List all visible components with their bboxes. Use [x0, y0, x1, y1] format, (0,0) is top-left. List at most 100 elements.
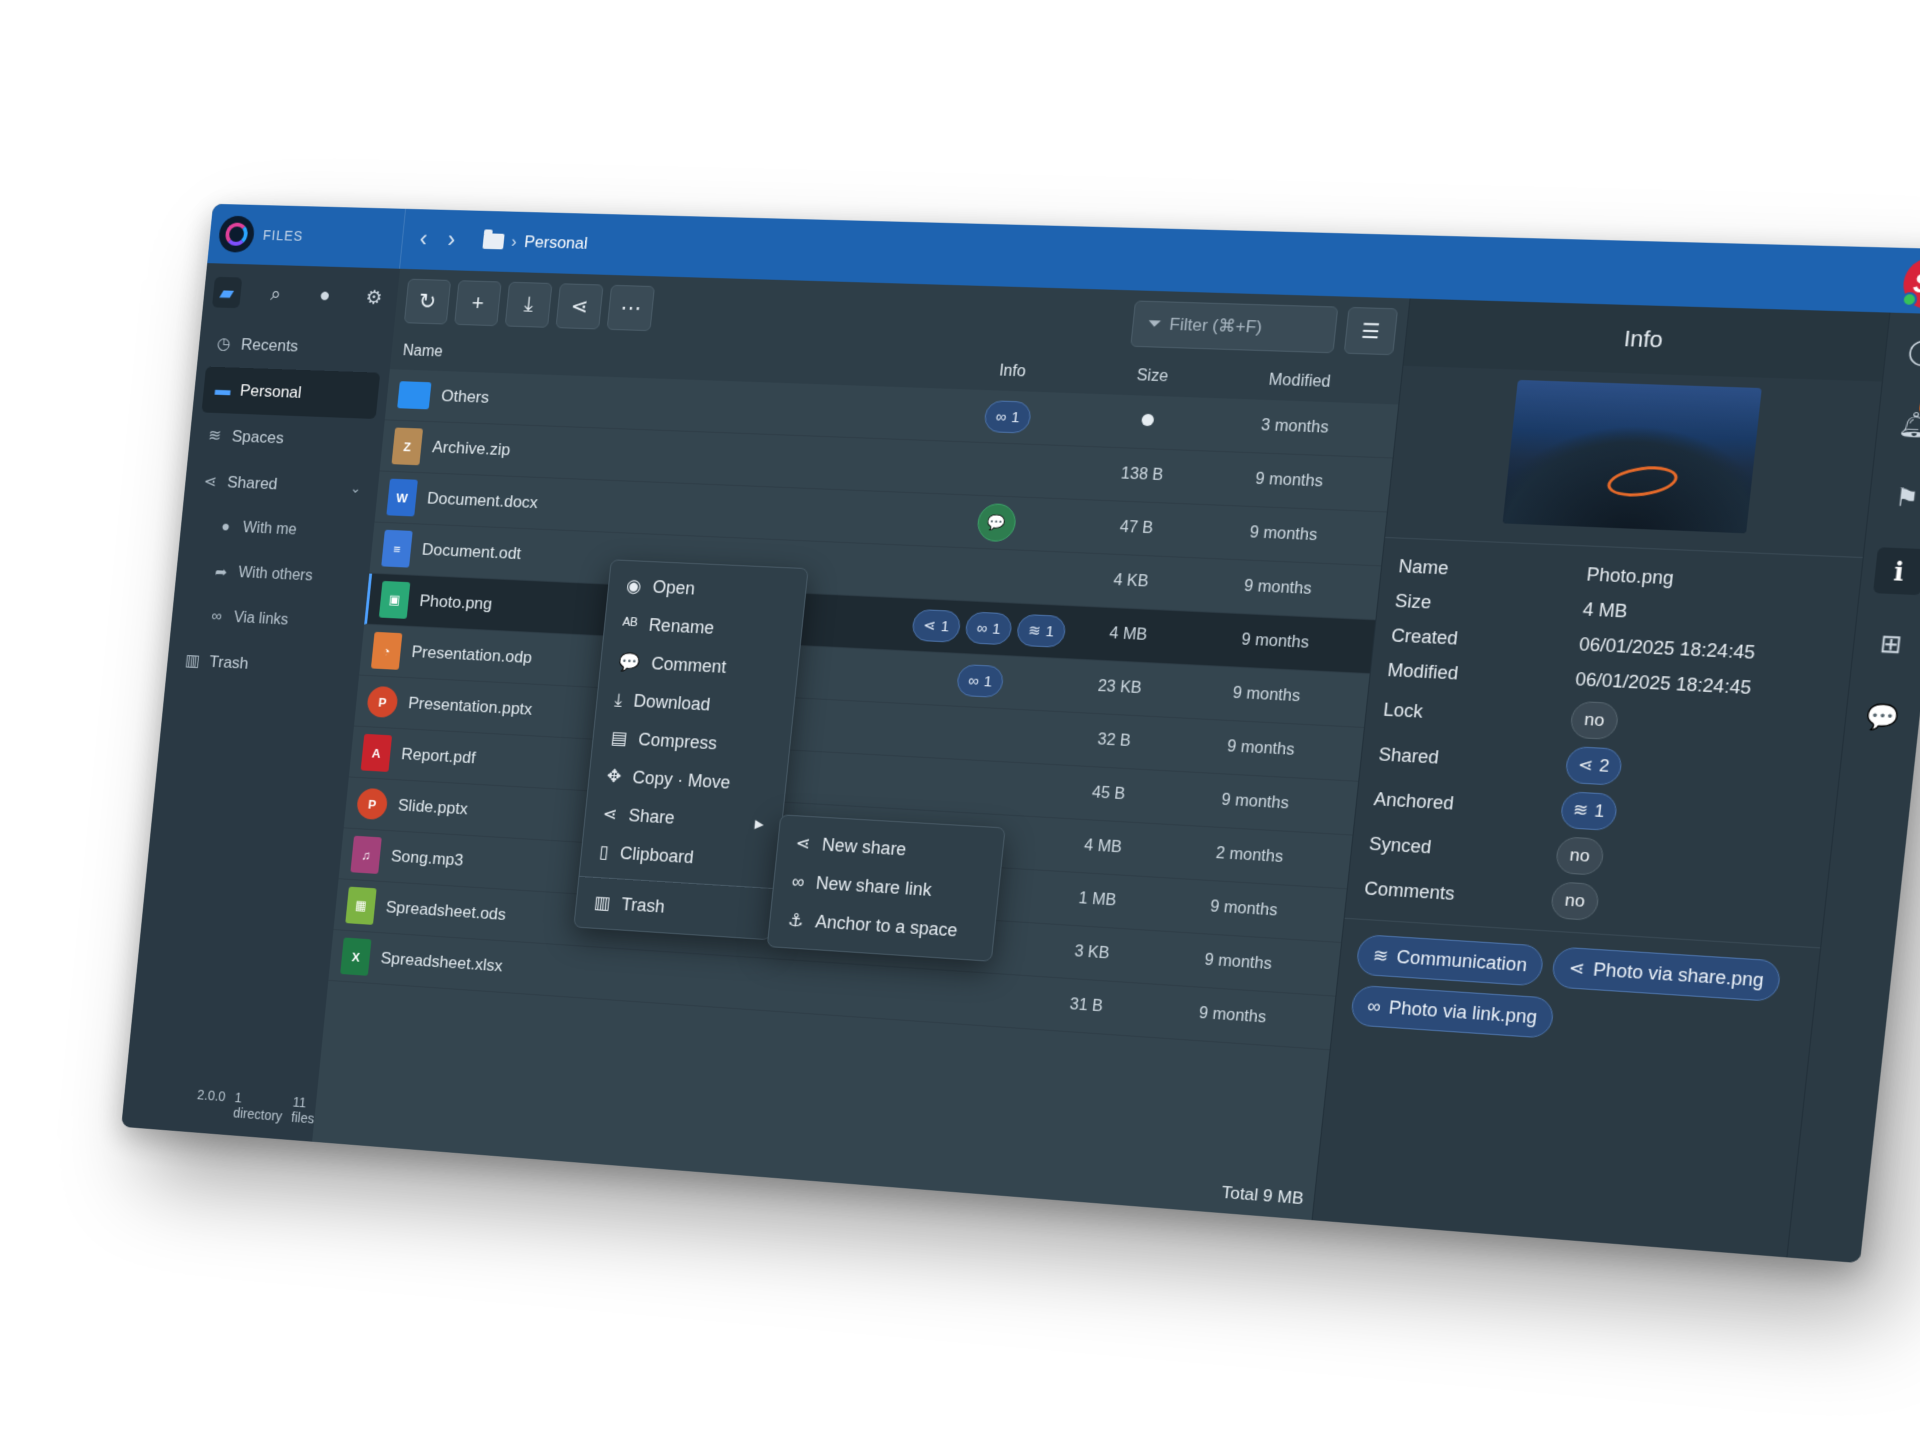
header-modified[interactable]: Modified: [1217, 370, 1383, 394]
comments-badge[interactable]: no: [1550, 881, 1600, 921]
history-nav: ‹ ›: [418, 226, 456, 254]
comment-icon: 💬: [986, 513, 1006, 532]
link-badge[interactable]: ∞ 1: [983, 400, 1032, 434]
zip-file-icon: Z: [391, 427, 423, 465]
prop-label: Name: [1398, 555, 1588, 585]
sidebar-footer: 2.0.0 1 directory 11 files: [195, 1087, 317, 1127]
file-modified: 9 months: [1193, 629, 1358, 655]
chevron-right-icon: ›: [510, 232, 517, 252]
powerpoint-file-icon: P: [356, 788, 389, 821]
layers-icon: ≋: [1372, 945, 1390, 967]
synced-badge[interactable]: no: [1555, 836, 1605, 876]
tree-icon[interactable]: ⊞: [1864, 620, 1917, 668]
file-modified: 9 months: [1201, 522, 1366, 547]
sidebar-item-trash[interactable]: ▥ Trash: [165, 637, 362, 693]
filter-settings-button[interactable]: ☰: [1344, 307, 1398, 355]
file-name: Others: [440, 387, 490, 408]
header-info[interactable]: Info: [937, 360, 1088, 383]
layers-icon: ≋: [205, 426, 223, 446]
share-tag[interactable]: ⋖ Photo via share.png: [1551, 946, 1782, 1002]
rename-icon: ᴬᴮ: [621, 614, 638, 635]
share-icon: ⋖: [602, 804, 618, 825]
file-name: Document.docx: [426, 489, 539, 513]
sidebar-item-personal[interactable]: ▬ Personal: [201, 367, 380, 419]
anchor-icon: ⚓: [787, 910, 805, 932]
files-tab-icon[interactable]: ▰: [212, 277, 242, 308]
space-badge[interactable]: ≋ 1: [1016, 614, 1067, 648]
flag-icon[interactable]: ⚑: [1880, 474, 1920, 522]
comment-badge[interactable]: 💬: [976, 503, 1018, 542]
link-badge[interactable]: ∞ 1: [964, 611, 1013, 645]
file-modified: 9 months: [1179, 736, 1344, 763]
share-icon: ⋖: [1577, 755, 1594, 776]
anchored-badge[interactable]: ≋ 1: [1559, 791, 1618, 831]
chevron-down-icon[interactable]: ⌄: [350, 479, 362, 496]
share-badge[interactable]: ⋖ 1: [911, 609, 961, 643]
more-button[interactable]: ⋯: [607, 285, 655, 331]
file-size: 32 B: [1048, 729, 1180, 754]
user-icon[interactable]: ●: [310, 280, 340, 312]
sidebar-item-label: With others: [238, 565, 314, 586]
file-modified: 9 months: [1151, 1002, 1315, 1031]
contacts-icon[interactable]: ◯1: [1896, 328, 1920, 376]
share-icon: ⋖: [1568, 957, 1586, 980]
file-name: Presentation.pptx: [407, 694, 533, 720]
sidebar-item-label: With me: [242, 520, 297, 540]
layers-icon: ≋: [1027, 621, 1041, 640]
space-tag[interactable]: ≋ Communication: [1355, 934, 1545, 987]
file-size: 4 MB: [1062, 623, 1195, 647]
shared-badge[interactable]: ⋖ 2: [1564, 746, 1623, 786]
app-logo[interactable]: [217, 216, 255, 253]
new-button[interactable]: +: [454, 280, 502, 326]
file-name: Report.pdf: [400, 745, 476, 768]
clock-icon: ◷: [215, 334, 233, 354]
filter-input[interactable]: ⏷ Filter (⌘+F): [1130, 300, 1338, 353]
online-status-dot: [1901, 292, 1918, 307]
prop-label: Shared: [1378, 744, 1568, 775]
file-size: 4 KB: [1065, 570, 1198, 594]
file-size: 47 B: [1070, 517, 1203, 541]
share-button[interactable]: ⋖: [555, 283, 603, 329]
gear-icon[interactable]: ⚙: [359, 281, 389, 313]
download-icon: ⤓: [614, 690, 624, 711]
menu-item-label: Comment: [650, 654, 727, 678]
search-icon[interactable]: ⌕: [261, 278, 291, 310]
sidebar-item-spaces[interactable]: ≋ Spaces: [188, 412, 385, 466]
upload-button[interactable]: ⤓: [505, 282, 553, 328]
sidebar-item-recents[interactable]: ◷ Recents: [197, 320, 394, 373]
file-properties: Name Photo.png Size 4 MB Created 06/01/2025…: [1346, 537, 1863, 939]
archive-icon: ▤: [610, 728, 628, 749]
file-modified: 9 months: [1173, 789, 1338, 816]
lock-badge[interactable]: no: [1569, 701, 1619, 740]
excel-file-icon: X: [340, 937, 371, 975]
link-badge[interactable]: ∞ 1: [956, 664, 1005, 698]
pdf-file-icon: A: [361, 734, 392, 772]
bell-icon[interactable]: 🔔︎1: [1888, 401, 1920, 449]
avatar[interactable]: Sy: [1901, 256, 1920, 310]
back-icon[interactable]: ‹: [418, 226, 428, 253]
prop-label: Anchored: [1373, 788, 1563, 820]
menu-item-label: Clipboard: [619, 843, 695, 868]
sliders-icon: ☰: [1360, 318, 1381, 344]
sidebar-item-label: Personal: [239, 381, 302, 402]
total-size: Total 9 MB: [1221, 1183, 1305, 1209]
loading-dot-icon: [1141, 414, 1154, 427]
header-size[interactable]: Size: [1086, 365, 1219, 388]
chat-icon[interactable]: 💬: [1856, 693, 1909, 741]
prop-size-value: 4 MB: [1582, 599, 1840, 632]
badge-count: 1: [983, 673, 993, 690]
breadcrumb-current[interactable]: Personal: [523, 232, 588, 253]
menu-item-label: Download: [633, 691, 712, 716]
sidebar-item-shared[interactable]: ⋖ Shared ⌄: [183, 458, 380, 512]
image-preview[interactable]: [1502, 380, 1761, 533]
related-items: ≋ Communication ⋖ Photo via share.png ∞ Pho…: [1332, 918, 1820, 1071]
folder-icon[interactable]: [482, 233, 504, 249]
info-icon[interactable]: i: [1872, 547, 1920, 595]
folder-icon: ▬: [214, 380, 232, 400]
refresh-button[interactable]: ↻: [404, 279, 451, 325]
file-name: Spreadsheet.xlsx: [380, 949, 504, 977]
link-tag[interactable]: ∞ Photo via link.png: [1350, 985, 1555, 1039]
forward-icon[interactable]: ›: [446, 226, 456, 253]
file-size: 4 MB: [1037, 834, 1169, 860]
menu-item-trash[interactable]: ▥ Trash: [575, 883, 774, 934]
